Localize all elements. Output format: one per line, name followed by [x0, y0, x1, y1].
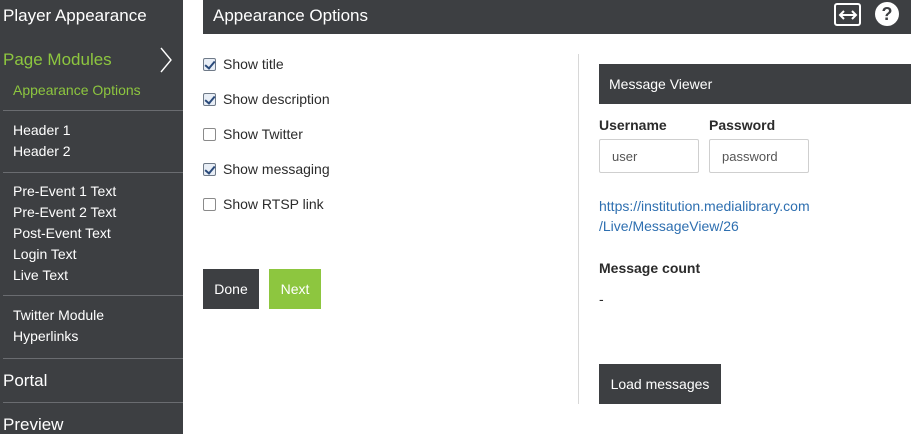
column-divider — [578, 54, 579, 404]
sidebar-title-player-appearance[interactable]: Player Appearance — [3, 6, 147, 26]
sidebar: Player Appearance Page Modules Appearanc… — [0, 0, 183, 434]
sidebar-divider — [3, 358, 183, 359]
option-show-description[interactable]: Show description — [203, 89, 330, 109]
option-label: Show description — [223, 91, 330, 107]
option-show-rtsp-link[interactable]: Show RTSP link — [203, 194, 324, 214]
checkbox-show-rtsp-link[interactable] — [203, 197, 216, 211]
password-label: Password — [709, 117, 776, 133]
sidebar-item-header-2[interactable]: Header 2 — [13, 141, 71, 162]
help-icon[interactable]: ? — [875, 2, 899, 26]
sidebar-item-pre-event-2-text[interactable]: Pre-Event 2 Text — [13, 202, 116, 223]
message-count-label: Message count — [599, 260, 701, 276]
expand-horizontal-icon[interactable] — [834, 3, 861, 26]
option-label: Show messaging — [223, 161, 330, 177]
sidebar-item-twitter-module[interactable]: Twitter Module — [13, 305, 104, 326]
sidebar-divider — [3, 295, 183, 296]
page-title: Appearance Options — [213, 6, 368, 25]
message-view-link-line2: /Live/MessageView/26 — [599, 218, 739, 234]
option-show-title[interactable]: Show title — [203, 54, 284, 74]
sidebar-item-live-text[interactable]: Live Text — [13, 265, 116, 286]
page-header: Appearance Options ? — [203, 0, 911, 34]
sidebar-item-pre-event-1-text[interactable]: Pre-Event 1 Text — [13, 181, 116, 202]
sidebar-item-hyperlinks[interactable]: Hyperlinks — [13, 326, 104, 347]
checkbox-show-messaging[interactable] — [203, 162, 216, 176]
message-view-link[interactable]: https://institution.medialibrary.com /Li… — [599, 196, 810, 236]
load-messages-button[interactable]: Load messages — [599, 364, 721, 404]
option-show-messaging[interactable]: Show messaging — [203, 159, 330, 179]
sidebar-group-headers: Header 1 Header 2 — [13, 120, 71, 162]
message-count-value: - — [599, 291, 604, 307]
sidebar-item-header-1[interactable]: Header 1 — [13, 120, 71, 141]
checkbox-show-title[interactable] — [203, 57, 216, 71]
sidebar-section-page-modules[interactable]: Page Modules — [3, 50, 181, 70]
username-input[interactable] — [599, 139, 699, 173]
sidebar-divider — [3, 110, 183, 111]
sidebar-item-portal[interactable]: Portal — [3, 371, 47, 391]
password-input[interactable] — [709, 139, 809, 173]
message-view-link-line1: https://institution.medialibrary.com — [599, 198, 810, 214]
sidebar-divider — [3, 172, 183, 173]
option-label: Show title — [223, 56, 284, 72]
chevron-right-icon[interactable] — [159, 47, 173, 73]
checkbox-show-twitter[interactable] — [203, 127, 216, 141]
sidebar-item-login-text[interactable]: Login Text — [13, 244, 116, 265]
sidebar-group-texts: Pre-Event 1 Text Pre-Event 2 Text Post-E… — [13, 181, 116, 286]
sidebar-item-preview[interactable]: Preview — [3, 415, 63, 434]
option-show-twitter[interactable]: Show Twitter — [203, 124, 303, 144]
checkbox-show-description[interactable] — [203, 92, 216, 106]
sidebar-group-modules: Twitter Module Hyperlinks — [13, 305, 104, 347]
message-viewer-title: Message Viewer — [599, 64, 911, 104]
option-label: Show RTSP link — [223, 196, 324, 212]
sidebar-item-appearance-options[interactable]: Appearance Options — [13, 82, 141, 99]
done-button[interactable]: Done — [203, 269, 259, 309]
next-button[interactable]: Next — [269, 269, 321, 309]
option-label: Show Twitter — [223, 126, 303, 142]
sidebar-item-post-event-text[interactable]: Post-Event Text — [13, 223, 116, 244]
sidebar-divider — [3, 402, 183, 403]
username-label: Username — [599, 117, 667, 133]
